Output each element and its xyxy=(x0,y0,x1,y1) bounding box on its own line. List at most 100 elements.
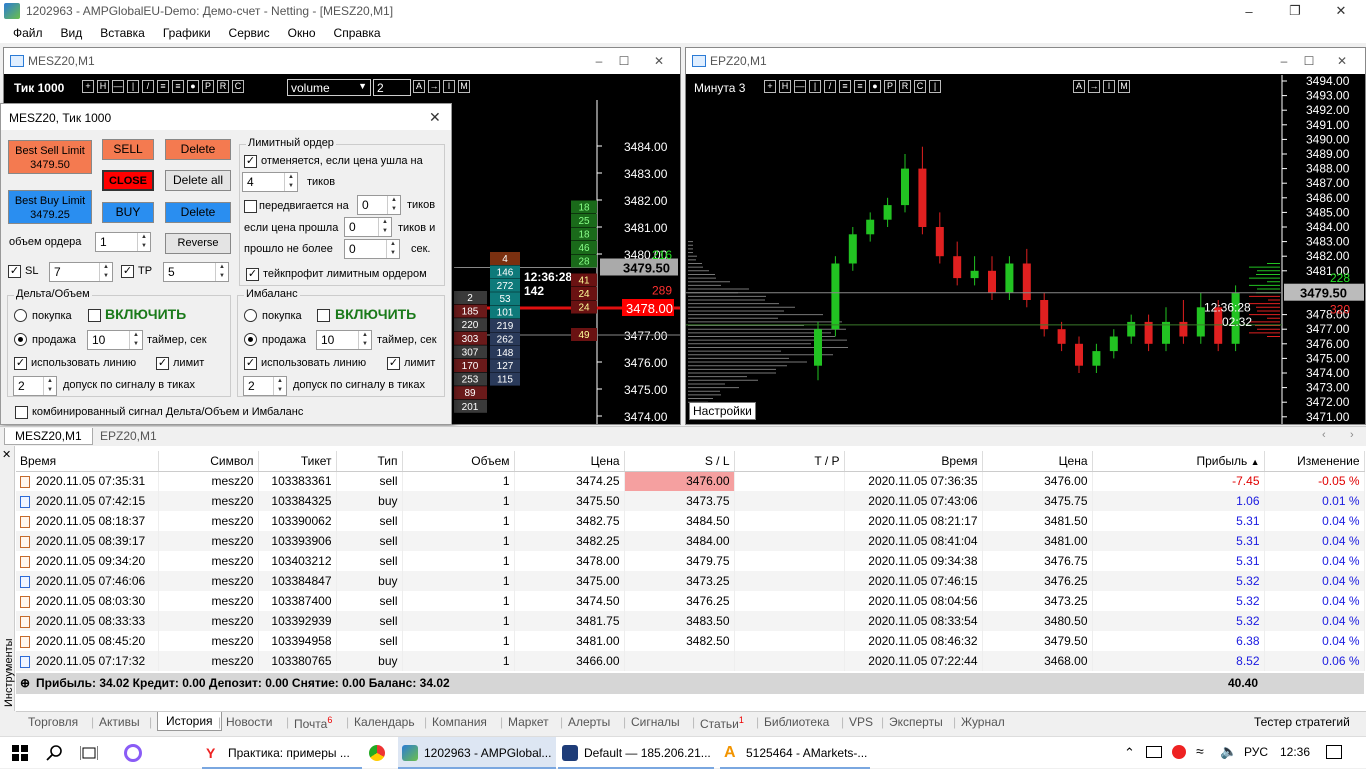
tray-expand-icon[interactable]: ⌃ xyxy=(1124,745,1135,761)
chart-maximize-button[interactable]: ☐ xyxy=(609,48,639,74)
toolbox-tab[interactable]: Маркет xyxy=(508,715,549,729)
tab-mesz20[interactable]: MESZ20,M1 xyxy=(4,428,93,445)
combined-signal-checkbox[interactable] xyxy=(15,406,28,419)
sl-input[interactable]: 7 ▲ ▼ xyxy=(49,262,113,282)
network-warning-icon[interactable] xyxy=(1172,745,1186,759)
toolbox-tab[interactable]: Эксперты xyxy=(889,715,943,729)
col-close-time[interactable]: Время xyxy=(844,451,983,472)
toolbar-tool-icon[interactable]: / xyxy=(142,80,154,93)
table-row[interactable]: 2020.11.05 08:45:20 mesz20 103394958 sell 1 3… xyxy=(16,631,1365,651)
toolbar-tool-icon[interactable]: ≡ xyxy=(157,80,169,93)
delta-sell-radio[interactable] xyxy=(14,333,27,346)
delta-use-line-checkbox[interactable]: ✓ xyxy=(14,357,27,370)
col-volume[interactable]: Объем xyxy=(402,451,515,472)
strategy-tester-button[interactable]: Тестер стратегий xyxy=(1254,715,1350,729)
tabs-scroll-right-icon[interactable]: › xyxy=(1350,429,1354,441)
best-sell-limit-button[interactable]: Best Sell Limit 3479.50 xyxy=(8,140,92,174)
toolbox-tab[interactable]: VPS xyxy=(849,715,873,729)
seconds-input[interactable]: 0 ▲ ▼ xyxy=(344,239,400,259)
indicator-select[interactable]: volume ▼ xyxy=(287,79,371,96)
table-row[interactable]: 2020.11.05 08:03:30 mesz20 103387400 sell 1 3… xyxy=(16,591,1365,611)
minimize-button[interactable]: – xyxy=(1226,0,1272,22)
taskbar-app-amarkets[interactable]: A 5125464 - AMarkets-... xyxy=(720,737,870,769)
cancel-ticks-input[interactable]: 4 ▲ ▼ xyxy=(242,172,298,192)
imb-limit-checkbox[interactable]: ✓ xyxy=(387,357,400,370)
toolbar-tool-icon[interactable]: R xyxy=(217,80,229,93)
chart2-maximize-button[interactable]: ☐ xyxy=(1294,48,1324,74)
toolbox-close-icon[interactable]: ✕ xyxy=(2,448,11,461)
imb-use-line-checkbox[interactable]: ✓ xyxy=(244,357,257,370)
col-change[interactable]: Изменение xyxy=(1264,451,1365,472)
cancel-if-checkbox[interactable]: ✓ xyxy=(244,155,257,168)
toolbar-tool-icon[interactable]: → xyxy=(428,80,440,93)
search-icon[interactable] xyxy=(46,744,64,762)
toolbox-tab[interactable]: Алерты xyxy=(568,715,610,729)
table-row[interactable]: 2020.11.05 08:18:37 mesz20 103390062 sell 1 3… xyxy=(16,511,1365,531)
toolbox-tab[interactable]: Компания xyxy=(432,715,487,729)
menu-window[interactable]: Окно xyxy=(279,26,325,40)
imb-enable-checkbox[interactable] xyxy=(317,309,330,322)
chart2-close-button[interactable]: ✕ xyxy=(1327,48,1357,74)
moves-input[interactable]: 0 ▲ ▼ xyxy=(357,195,401,215)
toolbar-tool-icon[interactable]: P xyxy=(202,80,214,93)
col-tp[interactable]: T / P xyxy=(734,451,845,472)
chart-close-button[interactable]: ✕ xyxy=(644,48,674,74)
restore-button[interactable]: ❐ xyxy=(1272,0,1318,22)
toolbox-tab[interactable]: Торговля xyxy=(28,715,78,729)
delete-buy-orders-button[interactable]: Delete xyxy=(165,202,231,223)
toolbar-tool-icon[interactable]: H xyxy=(97,80,109,93)
toolbox-tab[interactable]: Новости xyxy=(226,715,272,729)
menu-file[interactable]: Файл xyxy=(4,26,52,40)
delta-buy-radio[interactable] xyxy=(14,309,27,322)
windows-start-icon[interactable] xyxy=(12,745,28,761)
menu-help[interactable]: Справка xyxy=(325,26,390,40)
toolbox-tab[interactable]: Почта6 xyxy=(294,715,332,731)
delete-sell-orders-button[interactable]: Delete xyxy=(165,139,231,160)
imb-tolerance-input[interactable]: 2 ▲ ▼ xyxy=(243,376,287,396)
menu-view[interactable]: Вид xyxy=(52,26,92,40)
volume-icon[interactable]: 🔈 xyxy=(1220,743,1237,760)
reverse-button[interactable]: Reverse xyxy=(165,233,231,254)
language-indicator[interactable]: РУС xyxy=(1244,745,1268,759)
toolbar-tool-icon[interactable]: — xyxy=(112,80,124,93)
col-ticket[interactable]: Тикет xyxy=(258,451,337,472)
table-row[interactable]: 2020.11.05 07:46:06 mesz20 103384847 buy 1 34… xyxy=(16,571,1365,591)
toolbar-tool-icon[interactable]: M xyxy=(458,80,470,93)
delta-limit-checkbox[interactable]: ✓ xyxy=(156,357,169,370)
taskbar-app-default[interactable]: Default — 185.206.21... xyxy=(558,737,714,769)
taskbar-app-metatrader[interactable]: 1202963 - AMPGlobal... xyxy=(398,737,556,769)
battery-icon[interactable] xyxy=(1146,746,1162,758)
col-time[interactable]: Время xyxy=(16,451,159,472)
toolbar-tool-icon[interactable]: C xyxy=(232,80,244,93)
sell-button[interactable]: SELL xyxy=(102,139,154,160)
table-row[interactable]: 2020.11.05 07:17:32 mesz20 103380765 buy 1 34… xyxy=(16,651,1365,671)
toolbar-tool-icon[interactable]: I xyxy=(443,80,455,93)
taskbar-app-yandex[interactable]: Y Практика: примеры ... xyxy=(202,737,362,769)
menu-tools[interactable]: Сервис xyxy=(220,26,279,40)
totals-plus-icon[interactable]: ⊕ xyxy=(20,673,30,694)
table-row[interactable]: 2020.11.05 07:35:31 mesz20 103383361 sell 1 3… xyxy=(16,471,1365,491)
sl-checkbox[interactable]: ✓ xyxy=(8,265,21,278)
col-type[interactable]: Тип xyxy=(336,451,403,472)
if-price-input[interactable]: 0 ▲ ▼ xyxy=(344,217,392,237)
table-row[interactable]: 2020.11.05 08:33:33 mesz20 103392939 sell 1 3… xyxy=(16,611,1365,631)
toolbar-tool-icon[interactable]: ≡ xyxy=(172,80,184,93)
tp-input[interactable]: 5 ▲ ▼ xyxy=(163,262,229,282)
order-volume-input[interactable]: 1 ▲ ▼ xyxy=(95,232,151,252)
chrome-icon[interactable] xyxy=(369,745,385,761)
delete-all-button[interactable]: Delete all xyxy=(165,170,231,191)
col-symbol[interactable]: Символ xyxy=(158,451,259,472)
imb-timer-input[interactable]: 10 ▲ ▼ xyxy=(316,330,372,350)
close-position-button[interactable]: CLOSE xyxy=(102,170,154,191)
takeprofit-limit-checkbox[interactable]: ✓ xyxy=(246,268,259,281)
toolbar-tool-icon[interactable]: | xyxy=(127,80,139,93)
clock[interactable]: 12:36 xyxy=(1280,745,1310,759)
cortana-icon[interactable] xyxy=(124,744,142,762)
best-buy-limit-button[interactable]: Best Buy Limit 3479.25 xyxy=(8,190,92,224)
toolbox-tab[interactable]: Сигналы xyxy=(631,715,680,729)
toolbox-tab[interactable]: Библиотека xyxy=(764,715,829,729)
indicator-number-input[interactable]: 2 xyxy=(373,79,411,96)
toolbox-tab[interactable]: История xyxy=(157,712,222,731)
col-close-price[interactable]: Цена xyxy=(982,451,1093,472)
table-row[interactable]: 2020.11.05 08:39:17 mesz20 103393906 sell 1 3… xyxy=(16,531,1365,551)
